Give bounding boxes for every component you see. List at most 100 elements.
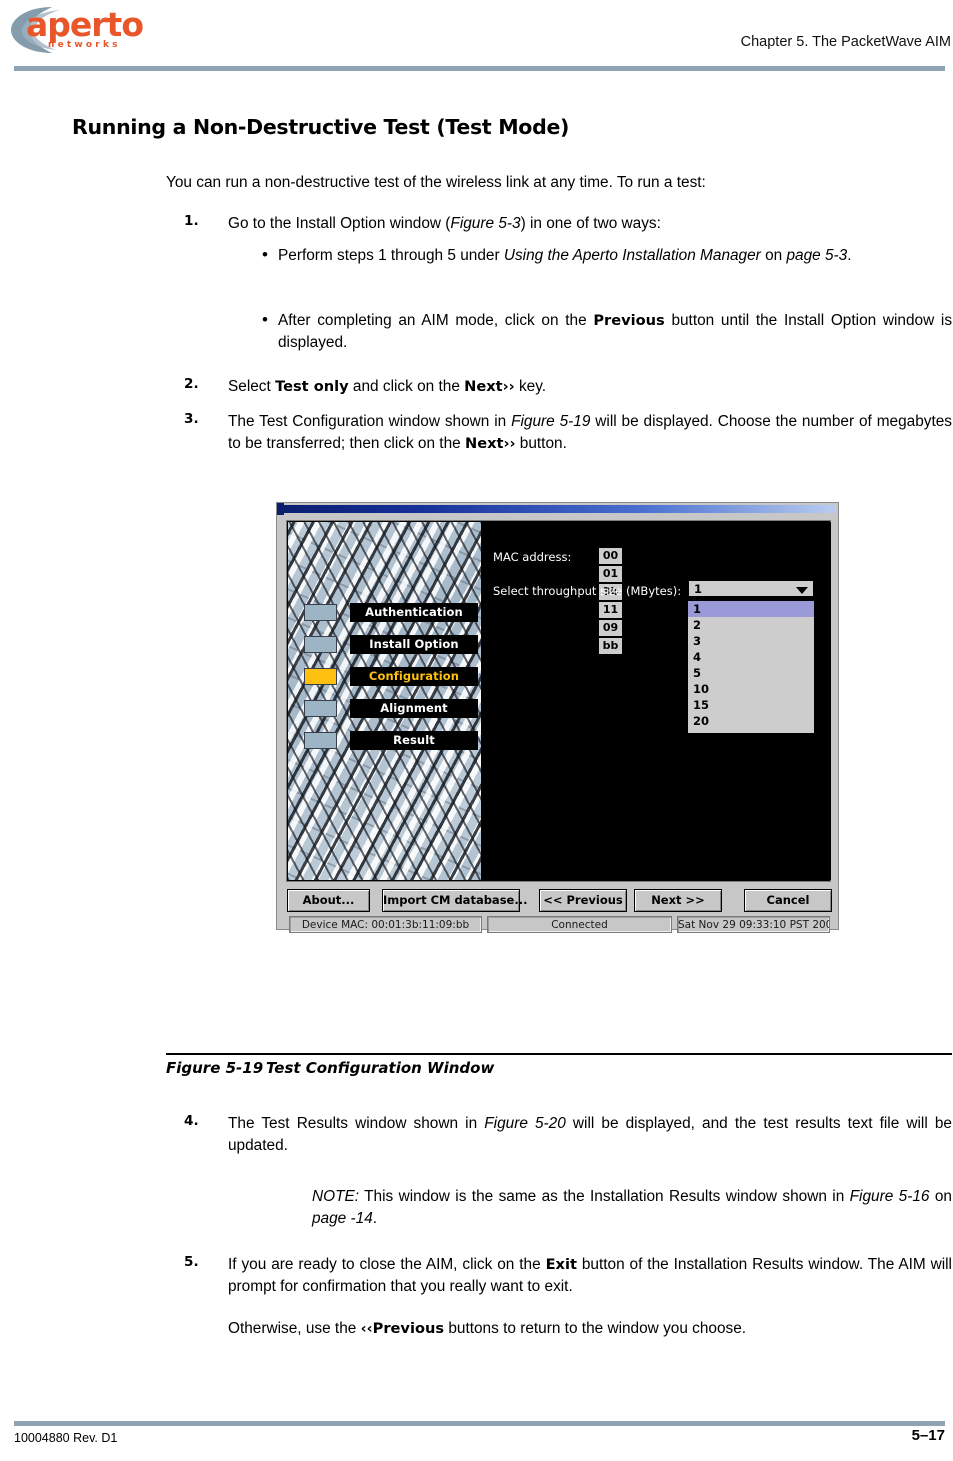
step-text-part: Go to the Install Option window (	[228, 215, 451, 232]
dropdown-option[interactable]: 20	[688, 713, 814, 729]
mac-address-label: MAC address:	[493, 550, 572, 564]
step-text-part: button.	[515, 434, 567, 452]
wizard-step-nav: Authentication Install Option Configurat…	[288, 522, 481, 880]
step-text: The Test Results window shown in Figure …	[228, 1113, 952, 1156]
sidebar-item-label: Install Option	[350, 635, 478, 654]
sidebar-item-authentication[interactable]: Authentication	[288, 603, 481, 622]
sidebar-item-label: Configuration	[350, 667, 478, 686]
titlebar-left-cap	[277, 503, 284, 515]
caption-divider-rule	[166, 1053, 952, 1055]
previous-button[interactable]: << Previous	[539, 889, 627, 912]
aim-application-window: Authentication Install Option Configurat…	[276, 502, 839, 933]
mac-octet-field[interactable]: bb	[599, 638, 622, 654]
figure-reference: Figure 5-20	[484, 1115, 566, 1132]
sidebar-item-configuration[interactable]: Configuration	[288, 667, 481, 686]
window-titlebar	[277, 503, 836, 515]
bullet-marker: •	[262, 245, 268, 264]
throughput-size-select[interactable]: 1	[687, 579, 815, 598]
cancel-button[interactable]: Cancel	[744, 889, 832, 912]
ui-button-reference: Previous	[593, 312, 665, 329]
next-button[interactable]: Next >>	[634, 889, 722, 912]
dropdown-option[interactable]: 15	[688, 697, 814, 713]
bullet-marker: •	[262, 310, 268, 329]
step-text-part: If you are ready to close the AIM, click…	[228, 1256, 546, 1273]
closing-paragraph-text: Otherwise, use the ‹‹Previous buttons to…	[228, 1318, 952, 1340]
page-title: Running a Non-Destructive Test (Test Mod…	[72, 115, 570, 139]
figure-test-configuration-window: Authentication Install Option Configurat…	[276, 502, 839, 933]
sidebar-item-label: Authentication	[350, 603, 478, 622]
window-client-area: Authentication Install Option Configurat…	[286, 520, 831, 882]
figure-reference: Figure 5-16	[849, 1188, 930, 1205]
logo-subwordmark: networks	[48, 40, 121, 50]
throughput-size-dropdown-list[interactable]: 1 2 3 4 5 10 15 20	[687, 600, 815, 734]
step-number: 5.	[184, 1254, 199, 1270]
sidebar-item-label: Result	[350, 731, 478, 750]
figure-caption-title: Test Configuration Window	[266, 1059, 495, 1077]
import-cm-database-button[interactable]: Import CM database...	[382, 889, 527, 912]
document-id: 10004880 Rev. D1	[14, 1431, 118, 1445]
step-text-part: and click on the	[348, 378, 465, 395]
dropdown-option[interactable]: 3	[688, 633, 814, 649]
step-text-part: The Test Configuration window shown in	[228, 413, 512, 430]
step-3: 3. The Test Configuration window shown i…	[166, 411, 952, 454]
page-reference: page 5-3	[786, 247, 848, 264]
mac-octet-field[interactable]: 00	[599, 548, 622, 564]
intro-paragraph: You can run a non-destructive test of th…	[166, 174, 706, 191]
step-number: 3.	[184, 411, 199, 427]
footer-divider-rule	[14, 1421, 945, 1426]
note-block: NOTE: This window is the same as the Ins…	[166, 1186, 952, 1229]
chapter-running-head: Chapter 5. The PacketWave AIM	[740, 34, 951, 50]
mac-octet-field[interactable]: 11	[599, 602, 622, 618]
bullet-text: After completing an AIM mode, click on t…	[278, 310, 952, 353]
step-1: 1. Go to the Install Option window (Figu…	[166, 213, 952, 235]
sidebar-item-alignment[interactable]: Alignment	[288, 699, 481, 718]
configuration-form-area: MAC address: 00013b1109bb Select through…	[482, 522, 831, 880]
sidebar-item-install-option[interactable]: Install Option	[288, 635, 481, 654]
ui-button-reference: Exit	[545, 1256, 577, 1273]
step-text-part: ) in one of two ways:	[520, 215, 661, 232]
mac-octet-field[interactable]: 01	[599, 566, 622, 582]
step-text: Go to the Install Option window (Figure …	[228, 213, 952, 235]
mac-octet-field[interactable]: 09	[599, 620, 622, 636]
dropdown-option[interactable]: 2	[688, 617, 814, 633]
throughput-size-label: Select throughput size (MBytes):	[493, 584, 682, 598]
figure-caption-number: Figure 5-19	[166, 1059, 264, 1077]
selected-value: 1	[694, 582, 703, 596]
step-number: 1.	[184, 213, 199, 229]
logo-wordmark: aperto	[26, 5, 144, 44]
step-text-part: The Test Results window shown in	[228, 1115, 485, 1132]
note-text-part: on	[929, 1188, 952, 1205]
status-chip	[304, 636, 337, 653]
dropdown-option[interactable]: 1	[688, 601, 814, 617]
ui-button-reference: Next››	[464, 434, 516, 452]
note-text-part: .	[372, 1209, 378, 1227]
window-status-bar: Device MAC: 00:01:3b:11:09:bb Connected …	[289, 916, 830, 933]
step-2: 2. Select Test only and click on the Nex…	[166, 376, 952, 398]
header-divider-rule	[14, 66, 945, 71]
bullet-1: • Perform steps 1 through 5 under Using …	[166, 245, 952, 267]
about-button[interactable]: About...	[287, 889, 370, 912]
step-4: 4. The Test Results window shown in Figu…	[166, 1113, 952, 1156]
note-label: NOTE:	[312, 1188, 360, 1205]
dropdown-option[interactable]: 10	[688, 681, 814, 697]
closing-text-part: Otherwise, use the	[228, 1320, 361, 1337]
closing-text-part: buttons to return to the window you choo…	[444, 1320, 747, 1337]
status-chip-active	[304, 668, 337, 685]
status-device-mac: Device MAC: 00:01:3b:11:09:bb	[289, 916, 482, 933]
step-number: 2.	[184, 376, 199, 392]
sidebar-item-result[interactable]: Result	[288, 731, 481, 750]
bullet-2: • After completing an AIM mode, click on…	[166, 310, 952, 353]
window-button-bar: About... Import CM database... << Previo…	[287, 889, 832, 912]
cross-reference-title: Using the Aperto Installation Manager	[503, 247, 761, 264]
chevron-down-icon[interactable]	[796, 587, 808, 594]
page-number: 5–17	[911, 1427, 945, 1444]
mac-address-octets: 00013b1109bb	[599, 548, 625, 656]
aperto-networks-logo: aperto networks	[8, 4, 188, 58]
dropdown-option[interactable]: 4	[688, 649, 814, 665]
ui-option-reference: Test only	[275, 378, 349, 395]
dropdown-option[interactable]: 5	[688, 665, 814, 681]
figure-reference: Figure 5-19	[511, 413, 591, 430]
sidebar-item-label: Alignment	[350, 699, 478, 718]
ui-button-reference: Next››	[464, 378, 515, 395]
step-text-part: Select	[228, 378, 276, 395]
